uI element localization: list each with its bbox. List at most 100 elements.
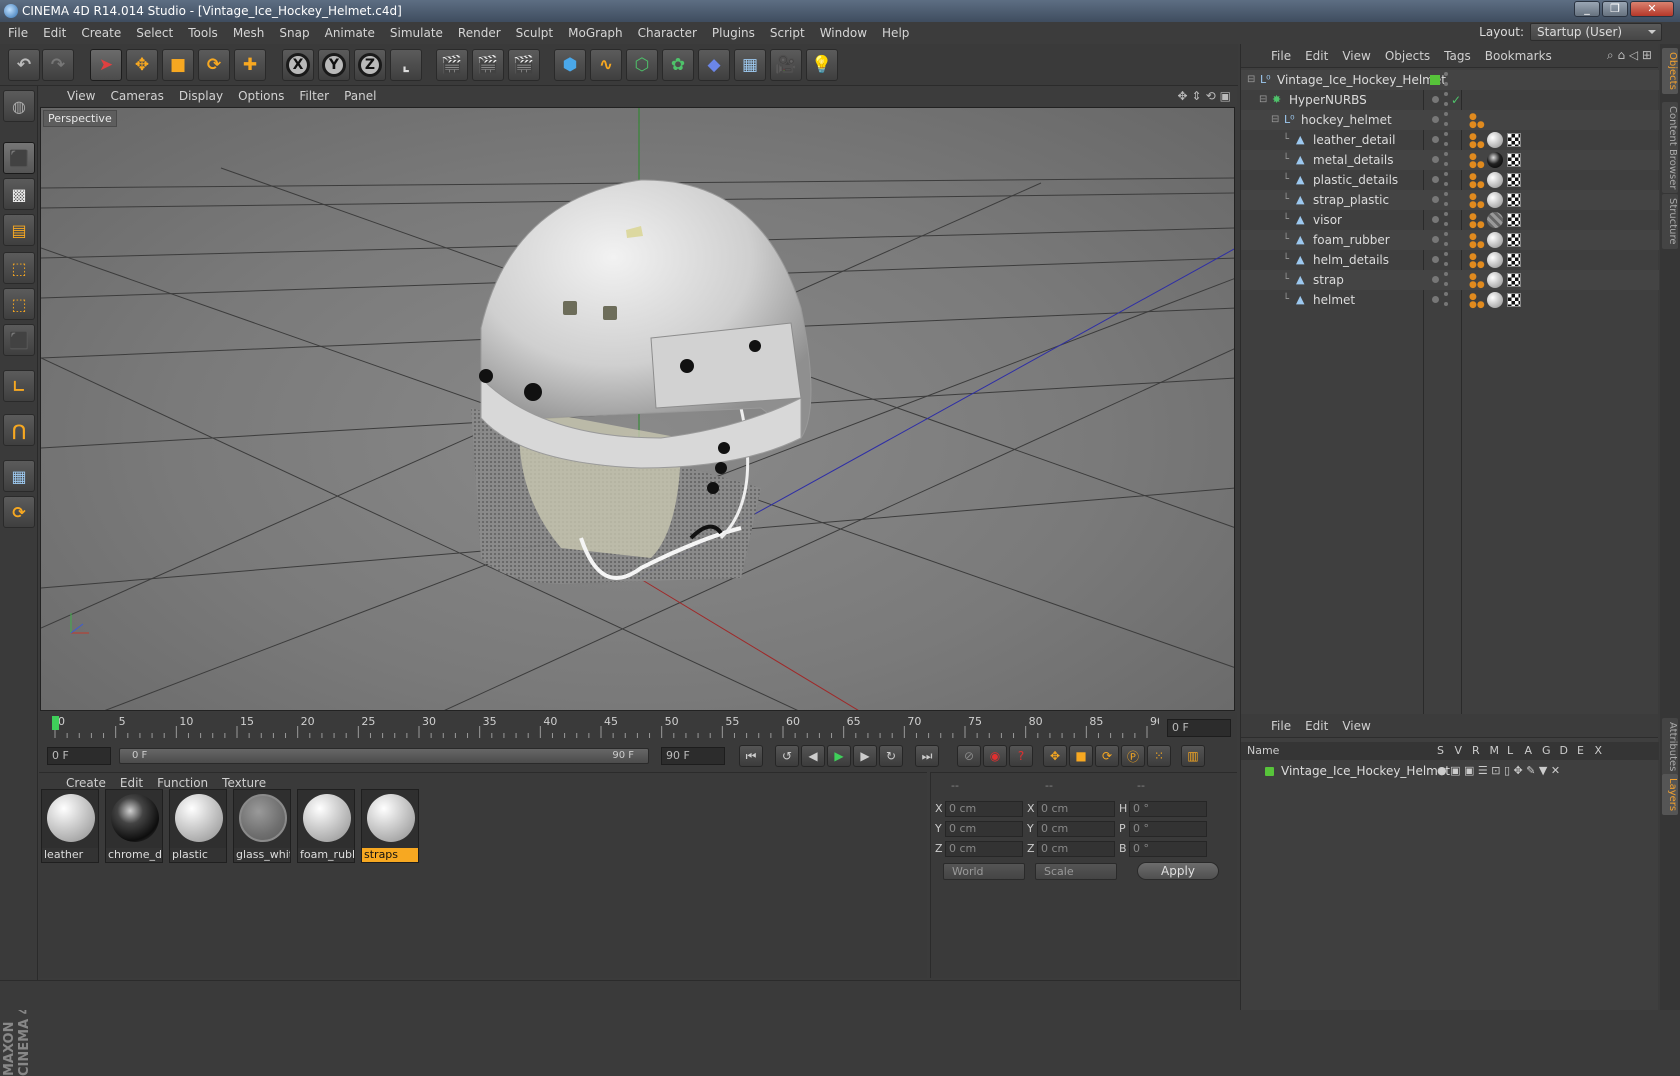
layer-flag-header-d[interactable]: D: [1560, 742, 1568, 760]
add-cube-button[interactable]: ⬢: [554, 49, 586, 81]
object-row-hypernurbs[interactable]: ⊟ ✸ HyperNURBS ✓: [1241, 90, 1659, 110]
viewport-rotate-icon[interactable]: ⟲: [1206, 89, 1216, 103]
objects-menu-tags[interactable]: Tags: [1444, 49, 1471, 63]
object-row-foam_rubber[interactable]: └ ▲ foam_rubber ● ●●: [1241, 230, 1659, 250]
scale-button[interactable]: ■: [162, 49, 194, 81]
menu-edit[interactable]: Edit: [43, 26, 66, 40]
add-deformer-button[interactable]: ◆: [698, 49, 730, 81]
menu-render[interactable]: Render: [458, 26, 501, 40]
objects-menu-view[interactable]: View: [1342, 49, 1370, 63]
make-editable-button[interactable]: ◍: [3, 90, 35, 122]
menu-sculpt[interactable]: Sculpt: [516, 26, 553, 40]
object-row-visor[interactable]: └ ▲ visor ● ●●: [1241, 210, 1659, 230]
maximize-button[interactable]: ❐: [1602, 1, 1628, 17]
object-row-plastic_details[interactable]: └ ▲ plastic_details ● ●●: [1241, 170, 1659, 190]
object-row-strap_plastic[interactable]: └ ▲ strap_plastic ● ●●: [1241, 190, 1659, 210]
texture-tag-icon[interactable]: [1507, 233, 1521, 247]
menu-tools[interactable]: Tools: [188, 26, 218, 40]
next-key-button[interactable]: ↻: [879, 745, 903, 767]
axis-mode-button[interactable]: ∟: [3, 370, 35, 402]
render-picture-viewer-button[interactable]: 🎬: [472, 49, 504, 81]
layer-flag-header-a[interactable]: A: [1525, 742, 1533, 760]
workplane-lock-button[interactable]: ▦: [3, 460, 35, 492]
material-swatch-chrome[interactable]: chrome_de: [105, 789, 163, 863]
render-visibility-dot[interactable]: [1444, 262, 1448, 266]
go-to-end-button[interactable]: ⏭: [915, 745, 939, 767]
viewport-menu-display[interactable]: Display: [179, 89, 223, 103]
side-tab-attributes[interactable]: Attributes: [1662, 718, 1678, 776]
material-tag-icon[interactable]: [1487, 232, 1503, 248]
layout-dropdown[interactable]: Startup (User): [1530, 23, 1662, 41]
side-tab-objects[interactable]: Objects: [1662, 48, 1678, 94]
visibility-dot[interactable]: [1432, 236, 1439, 243]
enabled-check-icon[interactable]: ✓: [1451, 90, 1461, 110]
perspective-viewport[interactable]: Perspective: [40, 107, 1235, 711]
visibility-dot[interactable]: [1432, 176, 1439, 183]
menu-script[interactable]: Script: [770, 26, 805, 40]
workplane-mode-button[interactable]: ▤: [3, 214, 35, 246]
recent-tool-button[interactable]: ✚: [234, 49, 266, 81]
layers-menu-view[interactable]: View: [1342, 719, 1370, 733]
render-visibility-dot[interactable]: [1444, 282, 1448, 286]
live-selection-button[interactable]: ➤: [90, 49, 122, 81]
material-swatch-glass[interactable]: glass_whit: [233, 789, 291, 863]
layer-flag-header-l[interactable]: L: [1507, 742, 1513, 760]
layer-row[interactable]: Vintage_Ice_Hockey_Helmet ● ▣ ▣ ☰ ⊡ ▯ ✥ …: [1241, 762, 1659, 780]
go-to-start-button[interactable]: ⏮: [739, 745, 763, 767]
rotate-button[interactable]: ⟳: [198, 49, 230, 81]
key-rotation-button[interactable]: ⟳: [1095, 745, 1119, 767]
render-visibility-dot[interactable]: [1444, 182, 1448, 186]
object-row-strap[interactable]: └ ▲ strap ● ●●: [1241, 270, 1659, 290]
record-keys-button[interactable]: ⊘: [957, 745, 981, 767]
add-scene-button[interactable]: ▦: [734, 49, 766, 81]
position-x-field[interactable]: 0 cm: [945, 801, 1023, 817]
visibility-dot[interactable]: [1432, 296, 1439, 303]
layer-flag-header-v[interactable]: V: [1455, 742, 1463, 760]
viewport-menu-view[interactable]: View: [67, 89, 95, 103]
phong-tag-icon[interactable]: ● ●●: [1469, 233, 1485, 250]
position-y-field[interactable]: 0 cm: [945, 821, 1023, 837]
timeline-window-button[interactable]: ▥: [1181, 745, 1205, 767]
editor-visibility-dot[interactable]: [1444, 92, 1448, 96]
viewport-move-icon[interactable]: ✥: [1177, 89, 1187, 103]
render-visibility-dot[interactable]: [1444, 102, 1448, 106]
play-button[interactable]: ▶: [827, 745, 851, 767]
apply-button[interactable]: Apply: [1137, 862, 1219, 880]
visibility-dot[interactable]: [1432, 136, 1439, 143]
menu-plugins[interactable]: Plugins: [712, 26, 755, 40]
layer-flag-header-m[interactable]: M: [1490, 742, 1500, 760]
material-tag-icon[interactable]: [1487, 212, 1503, 228]
menu-file[interactable]: File: [8, 26, 28, 40]
phong-tag-icon[interactable]: ● ●●: [1469, 133, 1485, 150]
material-tag-icon[interactable]: [1487, 152, 1503, 168]
editor-visibility-dot[interactable]: [1444, 172, 1448, 176]
rotation-p-field[interactable]: 0 °: [1129, 821, 1207, 837]
size-z-field[interactable]: 0 cm: [1037, 841, 1115, 857]
snap-button[interactable]: ⋂: [3, 414, 35, 446]
phong-tag-icon[interactable]: ● ●●: [1469, 273, 1485, 290]
render-visibility-dot[interactable]: [1444, 222, 1448, 226]
visibility-dot[interactable]: [1432, 96, 1439, 103]
render-visibility-dot[interactable]: [1444, 302, 1448, 306]
editor-visibility-dot[interactable]: [1444, 152, 1448, 156]
objects-menu-file[interactable]: File: [1271, 49, 1291, 63]
editor-visibility-dot[interactable]: [1444, 192, 1448, 196]
material-swatch-foam[interactable]: foam_rubb: [297, 789, 355, 863]
timeline-end-field[interactable]: 0 F: [1167, 719, 1231, 737]
visibility-dot[interactable]: [1432, 116, 1439, 123]
texture-tag-icon[interactable]: [1507, 253, 1521, 267]
collapse-icon[interactable]: ⊟: [1271, 110, 1279, 130]
menu-window[interactable]: Window: [820, 26, 867, 40]
object-row-vintage_ice_hockey_helmet[interactable]: ⊟ L⁰ Vintage_Ice_Hockey_Helmet: [1241, 70, 1659, 90]
render-visibility-dot[interactable]: [1444, 242, 1448, 246]
rotation-h-field[interactable]: 0 °: [1129, 801, 1207, 817]
material-tag-icon[interactable]: [1487, 292, 1503, 308]
texture-tag-icon[interactable]: [1507, 153, 1521, 167]
layer-flag-header-x[interactable]: X: [1595, 742, 1603, 760]
add-array-button[interactable]: ✿: [662, 49, 694, 81]
viewport-menu-cameras[interactable]: Cameras: [110, 89, 163, 103]
editor-visibility-dot[interactable]: [1444, 112, 1448, 116]
viewport-menu-options[interactable]: Options: [238, 89, 284, 103]
viewport-toggle-icon[interactable]: ▣: [1220, 89, 1231, 103]
material-tag-icon[interactable]: [1487, 272, 1503, 288]
